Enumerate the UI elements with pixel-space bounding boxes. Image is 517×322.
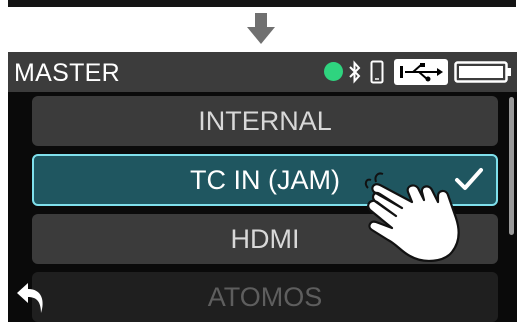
screen-title: MASTER	[14, 59, 120, 87]
tapping-hand-icon	[364, 172, 460, 262]
menu-item-label: INTERNAL	[198, 106, 332, 136]
menu-item-label: TC IN (JAM)	[190, 165, 340, 195]
usb-connection-badge	[394, 59, 448, 85]
menu-item-internal[interactable]: INTERNAL	[32, 96, 498, 146]
menu-item-label: ATOMOS	[207, 282, 323, 312]
down-arrow-icon	[247, 13, 275, 44]
status-bar: MASTER	[8, 52, 517, 92]
bluetooth-icon	[349, 60, 361, 84]
battery-icon	[454, 61, 511, 83]
green-status-dot-icon	[324, 62, 343, 81]
scrollbar[interactable]	[509, 97, 514, 235]
usb-icon	[400, 63, 443, 82]
menu-item-atomos[interactable]: ATOMOS	[32, 272, 498, 322]
illustration: MASTER INTERNAL TC IN (JAM) HDMI ATOMOS	[0, 0, 517, 322]
back-arrow-icon[interactable]	[14, 279, 52, 315]
phone-icon	[370, 60, 384, 84]
previous-screen-edge	[8, 0, 516, 7]
menu-item-label: HDMI	[230, 224, 300, 254]
